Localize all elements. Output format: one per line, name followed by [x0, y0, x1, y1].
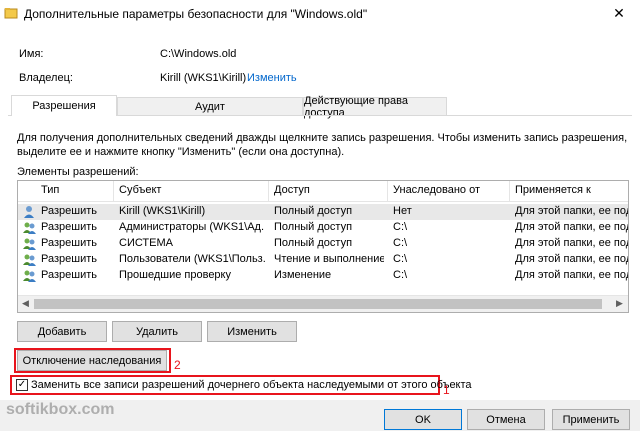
tab-permissions[interactable]: Разрешения: [11, 95, 117, 116]
add-button[interactable]: Добавить: [17, 321, 107, 342]
row-subject: Kirill (WKS1\Kirill): [119, 205, 206, 217]
column-subject[interactable]: Субъект: [119, 184, 161, 196]
tab-audit[interactable]: Аудит: [117, 97, 303, 116]
row-applies: Для этой папки, ее подп: [515, 269, 629, 281]
row-inherited: Нет: [393, 205, 412, 217]
change-owner-link[interactable]: Изменить: [247, 72, 297, 84]
row-applies: Для этой папки, ее подп: [515, 253, 629, 265]
user-group-icon: [23, 270, 36, 282]
ok-button[interactable]: OK: [384, 409, 462, 430]
cancel-button[interactable]: Отмена: [467, 409, 545, 430]
user-group-icon: [23, 222, 36, 234]
user-group-icon: [23, 238, 36, 250]
permissions-table[interactable]: Тип Субъект Доступ Унаследовано от Приме…: [17, 180, 629, 313]
column-type[interactable]: Тип: [41, 184, 59, 196]
scroll-thumb[interactable]: [34, 299, 602, 309]
close-button[interactable]: ✕: [598, 0, 640, 26]
permissions-description: Для получения дополнительных сведений дв…: [17, 132, 628, 158]
shield-lock-icon: [4, 8, 18, 19]
row-access: Полный доступ: [274, 205, 353, 217]
row-applies: Для этой папки, ее подп: [515, 205, 629, 217]
row-access: Изменение: [274, 269, 332, 281]
horizontal-scrollbar[interactable]: ◀ ▶: [18, 295, 628, 312]
row-type: Разрешить: [41, 253, 97, 265]
disable-inheritance-button[interactable]: Отключение наследования: [17, 350, 167, 371]
table-row[interactable]: Разрешить Прошедшие проверку Изменение C…: [18, 268, 629, 284]
row-applies: Для этой папки, ее подп: [515, 221, 629, 233]
row-subject: СИСТЕМА: [119, 237, 173, 249]
title-bar: Дополнительные параметры безопасности дл…: [0, 0, 640, 28]
table-row[interactable]: Разрешить Kirill (WKS1\Kirill) Полный до…: [18, 204, 629, 220]
permissions-heading: Элементы разрешений:: [17, 166, 139, 178]
row-subject: Прошедшие проверку: [119, 269, 231, 281]
row-subject: Администраторы (WKS1\Ад...: [119, 221, 265, 233]
row-access: Полный доступ: [274, 237, 353, 249]
row-type: Разрешить: [41, 269, 97, 281]
row-access: Чтение и выполнение: [274, 253, 384, 265]
table-header: Тип Субъект Доступ Унаследовано от Приме…: [18, 181, 628, 202]
row-type: Разрешить: [41, 221, 97, 233]
row-inherited: C:\: [393, 221, 408, 233]
column-access[interactable]: Доступ: [274, 184, 310, 196]
row-type: Разрешить: [41, 237, 97, 249]
apply-button[interactable]: Применить: [552, 409, 630, 430]
change-button[interactable]: Изменить: [207, 321, 297, 342]
scroll-left-icon[interactable]: ◀: [22, 298, 29, 309]
tab-effective-access[interactable]: Действующие права доступа: [303, 95, 447, 119]
user-group-icon: [23, 254, 36, 266]
column-inherited-from[interactable]: Унаследовано от: [393, 184, 480, 196]
owner-value: Kirill (WKS1\Kirill): [160, 72, 247, 84]
row-access: Полный доступ: [274, 221, 353, 233]
row-inherited: C:\: [393, 253, 408, 265]
annotation-number-2: 2: [174, 358, 181, 372]
table-row[interactable]: Разрешить Пользователи (WKS1\Польз... Чт…: [18, 252, 629, 268]
name-value: C:\Windows.old: [160, 48, 237, 60]
owner-label: Владелец:: [19, 72, 73, 84]
row-subject: Пользователи (WKS1\Польз...: [119, 253, 265, 265]
row-inherited: C:\: [393, 269, 408, 281]
row-applies: Для этой папки, ее подп: [515, 237, 629, 249]
replace-child-permissions-checkbox[interactable]: ✓: [16, 379, 28, 391]
column-applies-to[interactable]: Применяется к: [515, 184, 591, 196]
replace-child-permissions-label[interactable]: Заменить все записи разрешений дочернего…: [31, 379, 472, 391]
window-title: Дополнительные параметры безопасности дл…: [24, 7, 368, 21]
annotation-number-1: 1: [443, 383, 450, 397]
checkmark-icon: ✓: [17, 379, 27, 390]
table-row[interactable]: Разрешить СИСТЕМА Полный доступ C:\ Для …: [18, 236, 629, 252]
row-type: Разрешить: [41, 205, 97, 217]
watermark: softikbox.com: [6, 401, 115, 418]
single-user-icon: [24, 206, 34, 218]
table-row[interactable]: Разрешить Администраторы (WKS1\Ад... Пол…: [18, 220, 629, 236]
remove-button[interactable]: Удалить: [112, 321, 202, 342]
name-label: Имя:: [19, 48, 44, 60]
row-inherited: C:\: [393, 237, 408, 249]
scroll-right-icon[interactable]: ▶: [616, 298, 623, 309]
